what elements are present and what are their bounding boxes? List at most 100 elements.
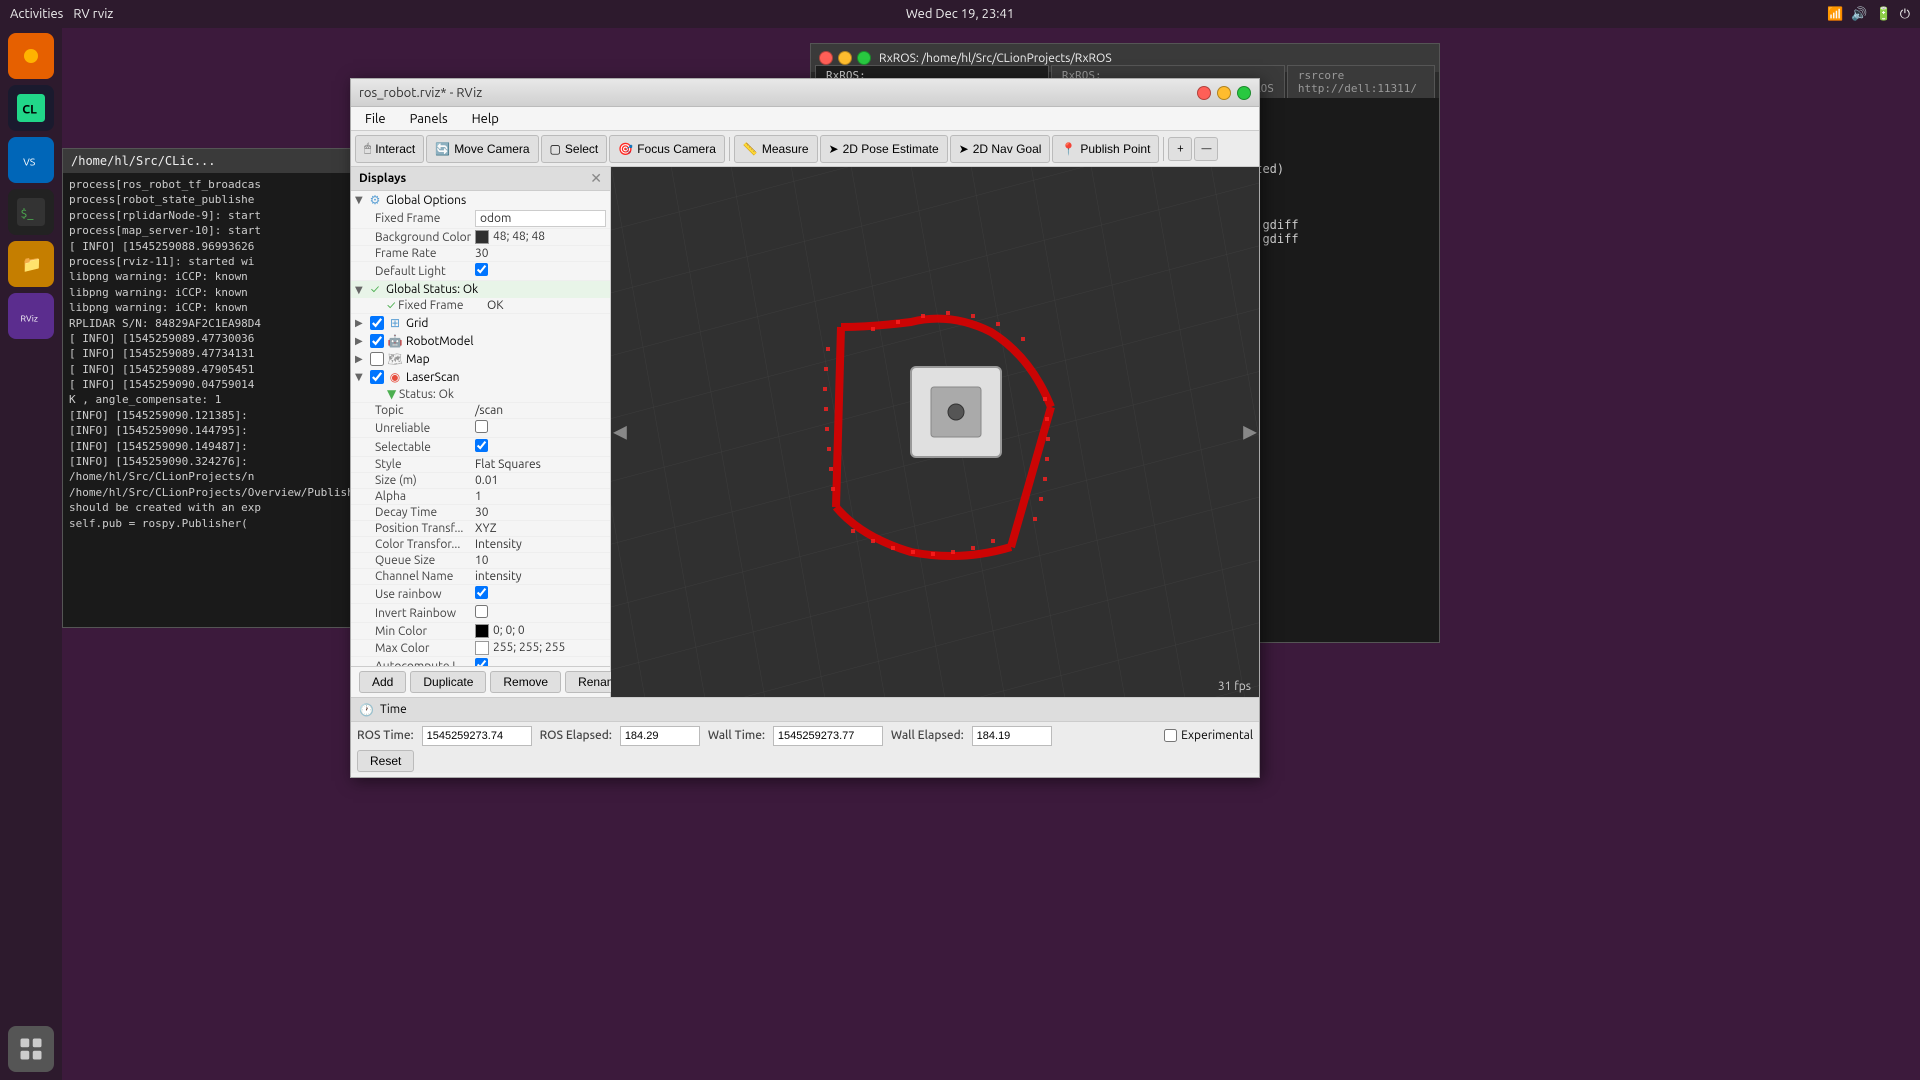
global-options-item[interactable]: ▼ ⚙ Global Options bbox=[351, 191, 610, 209]
map-checkbox[interactable] bbox=[370, 352, 384, 366]
topbar: Activities RV rviz Wed Dec 19, 23:41 📶 🔊… bbox=[0, 0, 1920, 28]
app-label: RV rviz bbox=[73, 7, 113, 21]
ls-topic-value[interactable]: /scan bbox=[475, 404, 606, 417]
ls-status-label: ▼ Status: Ok bbox=[387, 387, 487, 401]
experimental-checkbox[interactable] bbox=[1164, 729, 1177, 742]
viewport[interactable]: ◀ ▶ 31 fps bbox=[611, 167, 1259, 697]
taskbar-firefox[interactable] bbox=[8, 33, 54, 79]
default-light-checkbox[interactable] bbox=[475, 263, 488, 276]
ls-queue-value[interactable]: 10 bbox=[475, 554, 606, 567]
menu-panels[interactable]: Panels bbox=[404, 110, 454, 128]
wall-time-input[interactable] bbox=[773, 726, 883, 746]
grid-checkbox[interactable] bbox=[370, 316, 384, 330]
ls-maxcolor-value[interactable]: 255; 255; 255 bbox=[475, 641, 606, 655]
toolbar-publish-point-btn[interactable]: 📍 Publish Point bbox=[1052, 135, 1159, 163]
global-status-item[interactable]: ▼ ✓ Global Status: Ok bbox=[351, 281, 610, 298]
grid-item[interactable]: ▶ ⊞ Grid bbox=[351, 314, 610, 332]
nav-2d-icon: ➤ bbox=[959, 142, 969, 156]
menu-help[interactable]: Help bbox=[466, 110, 505, 128]
ros-elapsed-input[interactable] bbox=[620, 726, 700, 746]
displays-close-btn[interactable]: ✕ bbox=[590, 170, 602, 187]
ls-size-value[interactable]: 0.01 bbox=[475, 474, 606, 487]
rviz-toolbar: 🖱 Interact 🔄 Move Camera ▢ Select 🎯 Focu… bbox=[351, 131, 1259, 167]
ls-postransf-value[interactable]: XYZ bbox=[475, 522, 606, 535]
ls-autocompute-checkbox[interactable] bbox=[475, 658, 488, 666]
rxros-tab3[interactable]: rsrcore http://dell:11311/ bbox=[1287, 65, 1435, 98]
ls-autocompute-value[interactable] bbox=[475, 658, 606, 666]
ls-invrainbow-label: Invert Rainbow bbox=[375, 607, 475, 620]
rxros-max-btn[interactable] bbox=[857, 51, 871, 65]
time-header-row: 🕐 Time bbox=[351, 697, 1259, 721]
time-clock-icon: 🕐 bbox=[359, 703, 374, 717]
topbar-left: Activities RV rviz bbox=[10, 7, 113, 21]
ls-alpha-value[interactable]: 1 bbox=[475, 490, 606, 503]
remove-button[interactable]: Remove bbox=[490, 671, 561, 693]
ls-rainbow-checkbox[interactable] bbox=[475, 586, 488, 599]
grid-arrow: ▶ bbox=[355, 317, 367, 329]
activities-label[interactable]: Activities bbox=[10, 7, 63, 21]
toolbar-select-btn[interactable]: ▢ Select bbox=[541, 135, 608, 163]
ros-elapsed-label: ROS Elapsed: bbox=[540, 729, 612, 742]
viewport-collapse-left[interactable]: ◀ bbox=[613, 422, 627, 443]
menu-file[interactable]: File bbox=[359, 110, 392, 128]
ls-unreliable-value[interactable] bbox=[475, 420, 606, 436]
global-options-icon: ⚙ bbox=[367, 193, 383, 207]
rxros-close-btn[interactable] bbox=[819, 51, 833, 65]
default-light-value[interactable] bbox=[475, 263, 606, 279]
toolbar-add-btn[interactable]: + bbox=[1168, 137, 1192, 161]
ls-invrainbow-value[interactable] bbox=[475, 605, 606, 621]
ls-rainbow-value[interactable] bbox=[475, 586, 606, 602]
toolbar-move-camera-btn[interactable]: 🔄 Move Camera bbox=[426, 135, 538, 163]
ls-invrainbow-checkbox[interactable] bbox=[475, 605, 488, 618]
wall-elapsed-input[interactable] bbox=[972, 726, 1052, 746]
taskbar-vscode[interactable]: VS bbox=[8, 137, 54, 183]
rviz-close-btn[interactable] bbox=[1197, 86, 1211, 100]
taskbar-rviz[interactable]: RViz bbox=[8, 293, 54, 339]
duplicate-button[interactable]: Duplicate bbox=[410, 671, 486, 693]
ls-topic-prop: Topic /scan bbox=[351, 403, 610, 419]
map-arrow: ▶ bbox=[355, 353, 367, 365]
toolbar-focus-camera-btn[interactable]: 🎯 Focus Camera bbox=[609, 135, 725, 163]
frame-rate-value[interactable]: 30 bbox=[475, 247, 606, 260]
displays-tree[interactable]: ▼ ⚙ Global Options Fixed Frame odom Back… bbox=[351, 191, 610, 666]
ls-postransf-prop: Position Transf... XYZ bbox=[351, 521, 610, 537]
ls-channel-value[interactable]: intensity bbox=[475, 570, 606, 583]
toolbar-nav-2d-btn[interactable]: ➤ 2D Nav Goal bbox=[950, 135, 1051, 163]
robotmodel-label: RobotModel bbox=[406, 335, 606, 348]
ls-decay-value[interactable]: 30 bbox=[475, 506, 606, 519]
wifi-icon: 📶 bbox=[1827, 7, 1843, 22]
bg-color-value[interactable]: 48; 48; 48 bbox=[475, 230, 606, 244]
rt-line-6 bbox=[1248, 176, 1431, 190]
laserscan-arrow: ▼ bbox=[355, 371, 367, 383]
rviz-min-btn[interactable] bbox=[1217, 86, 1231, 100]
global-status-icon: ✓ bbox=[367, 283, 383, 296]
taskbar-terminal[interactable]: $_ bbox=[8, 189, 54, 235]
ls-style-value[interactable]: Flat Squares bbox=[475, 458, 606, 471]
map-label: Map bbox=[406, 353, 606, 366]
robotmodel-item[interactable]: ▶ 🤖 RobotModel bbox=[351, 332, 610, 350]
rxros-min-btn[interactable] bbox=[838, 51, 852, 65]
taskbar-files[interactable]: 📁 bbox=[8, 241, 54, 287]
map-item[interactable]: ▶ 🗺 Map bbox=[351, 350, 610, 368]
ls-selectable-value[interactable] bbox=[475, 439, 606, 455]
taskbar-apps[interactable] bbox=[8, 1026, 54, 1072]
ls-selectable-checkbox[interactable] bbox=[475, 439, 488, 452]
toolbar-pose-2d-btn[interactable]: ➤ 2D Pose Estimate bbox=[820, 135, 948, 163]
ls-unreliable-checkbox[interactable] bbox=[475, 420, 488, 433]
taskbar-clion[interactable]: CL bbox=[8, 85, 54, 131]
toolbar-measure-btn[interactable]: 📏 Measure bbox=[734, 135, 818, 163]
add-button[interactable]: Add bbox=[359, 671, 406, 693]
toolbar-settings-btn[interactable]: — bbox=[1194, 137, 1218, 161]
reset-button[interactable]: Reset bbox=[357, 750, 414, 772]
laserscan-item[interactable]: ▼ ◉ LaserScan bbox=[351, 368, 610, 386]
ls-decay-prop: Decay Time 30 bbox=[351, 505, 610, 521]
ls-mincolor-value[interactable]: 0; 0; 0 bbox=[475, 624, 606, 638]
laserscan-checkbox[interactable] bbox=[370, 370, 384, 384]
rviz-max-btn[interactable] bbox=[1237, 86, 1251, 100]
ls-coltransf-value[interactable]: Intensity bbox=[475, 538, 606, 551]
toolbar-interact-btn[interactable]: 🖱 Interact bbox=[355, 135, 424, 163]
viewport-collapse-right[interactable]: ▶ bbox=[1243, 422, 1257, 443]
ros-time-input[interactable] bbox=[422, 726, 532, 746]
fixed-frame-value[interactable]: odom bbox=[475, 210, 606, 227]
robotmodel-checkbox[interactable] bbox=[370, 334, 384, 348]
